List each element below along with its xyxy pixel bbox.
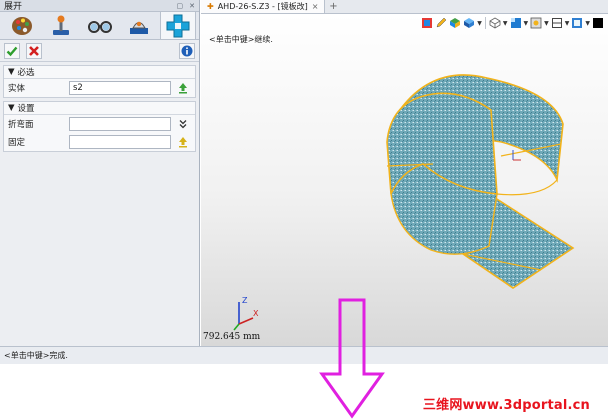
axis-triad: Z X	[233, 296, 259, 331]
document-tab-title: AHD-26-S.Z3 - [镜板改]	[217, 2, 308, 11]
close-icon[interactable]: ✕	[189, 2, 195, 10]
entity-pick-button[interactable]	[175, 81, 191, 95]
entity-row: 实体 s2	[4, 79, 195, 97]
document-modified-icon: ✚	[207, 2, 214, 11]
bend-face-label: 折弯面	[8, 120, 34, 130]
tab-sheetmetal[interactable]	[160, 11, 196, 39]
pick-arrow-icon	[179, 83, 188, 94]
minimize-icon[interactable]: ▢	[177, 2, 184, 10]
add-tab-button[interactable]: +	[325, 0, 341, 13]
settings-section-title: 设置	[17, 104, 35, 114]
unfold-panel: 展开 ▢ ✕ ▼ 必选 实体 s2 ▼ 设置 折弯面 固定	[0, 0, 200, 346]
cancel-button[interactable]	[26, 42, 42, 59]
info-button[interactable]	[179, 42, 195, 59]
collapse-icon: ▼	[8, 67, 15, 77]
watermark: 三维网www.3dportal.cn	[422, 398, 590, 413]
ok-button[interactable]	[4, 42, 20, 59]
info-icon	[181, 45, 193, 56]
required-section: ▼ 必选 实体 s2	[3, 65, 196, 98]
fixed-row: 固定	[4, 133, 195, 151]
down-arrow-annotation	[319, 298, 385, 419]
panel-tab-row	[0, 11, 199, 40]
inspect-icon	[130, 21, 148, 34]
palette-icon	[12, 17, 32, 35]
fixed-label: 固定	[8, 138, 26, 148]
check-icon	[6, 46, 18, 56]
double-chevron-down-icon	[179, 120, 187, 129]
panel-title: 展开	[4, 2, 23, 12]
bend-face-expand-button[interactable]	[175, 117, 191, 131]
axis-x-label: X	[253, 309, 259, 318]
tab-inspect[interactable]	[121, 13, 157, 39]
entity-field[interactable]: s2	[68, 81, 172, 95]
sheetmetal-icon	[166, 14, 190, 37]
settings-section: ▼ 设置 折弯面 固定	[3, 101, 196, 152]
joystick-icon	[53, 15, 69, 35]
fixed-pick-button[interactable]	[175, 135, 191, 149]
3d-viewport[interactable]: ▼ ▼ ▼ ▼ ▼ ▼ <单击中键>继续. Z X 792.645 mm	[201, 14, 608, 346]
settings-section-header[interactable]: ▼ 设置	[4, 102, 195, 115]
status-text: <单击中键>完成.	[4, 351, 68, 360]
pick-arrow-icon	[179, 137, 188, 148]
entity-label: 实体	[8, 84, 26, 94]
fixed-field[interactable]	[68, 135, 172, 149]
document-tabbar: ✚ AHD-26-S.Z3 - [镜板改] × +	[201, 0, 608, 14]
distance-readout: 792.645 mm	[203, 332, 261, 342]
tab-component[interactable]	[43, 13, 79, 39]
sheet-metal-part[interactable]	[201, 14, 608, 346]
close-tab-icon[interactable]: ×	[312, 2, 319, 11]
tab-palette[interactable]	[4, 13, 40, 39]
glasses-icon	[88, 21, 112, 33]
collapse-icon: ▼	[8, 103, 15, 113]
required-section-title: 必选	[17, 68, 35, 78]
bend-face-row: 折弯面	[4, 115, 195, 133]
status-bar: <单击中键>完成.	[0, 346, 608, 364]
axis-z-label: Z	[242, 296, 248, 305]
document-tab[interactable]: ✚ AHD-26-S.Z3 - [镜板改] ×	[201, 0, 326, 13]
panel-controls: ▢ ✕	[177, 2, 196, 10]
bend-face-field[interactable]	[68, 117, 172, 131]
action-row	[0, 40, 199, 62]
cross-icon	[29, 45, 39, 56]
tab-glasses[interactable]	[82, 13, 118, 39]
required-section-header[interactable]: ▼ 必选	[4, 66, 195, 79]
